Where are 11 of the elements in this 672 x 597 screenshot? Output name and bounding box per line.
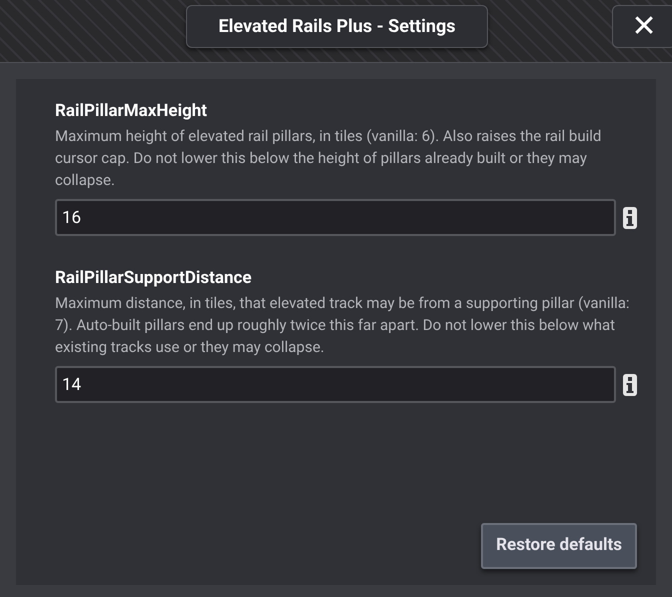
value-field[interactable]: 16 xyxy=(55,199,616,236)
restore-defaults-button[interactable]: Restore defaults xyxy=(481,523,637,569)
value-field[interactable]: 14 xyxy=(55,366,616,403)
setting-name: RailPillarSupportDistance xyxy=(55,267,253,290)
setting-description: Maximum height of elevated rail pillars, in tiles (vanilla: 6). Also raises the rail build cursor cap. Do not lower this below the height of pillars already built or they may collapse. xyxy=(55,126,602,191)
setting-description: Maximum distance, in tiles, that elevated track may be from a supporting pillar (vanilla: 7). Auto-built pillars end up roughly twice this far apart. Do not lower this below what existing tracks use or they may collapse. xyxy=(55,293,631,358)
window-title: Elevated Rails Plus - Settings xyxy=(186,5,488,48)
info-icon[interactable] xyxy=(623,206,637,228)
close-button[interactable]: ✕ xyxy=(612,5,672,48)
info-icon[interactable] xyxy=(623,374,637,396)
setting-name: RailPillarMaxHeight xyxy=(55,100,208,123)
